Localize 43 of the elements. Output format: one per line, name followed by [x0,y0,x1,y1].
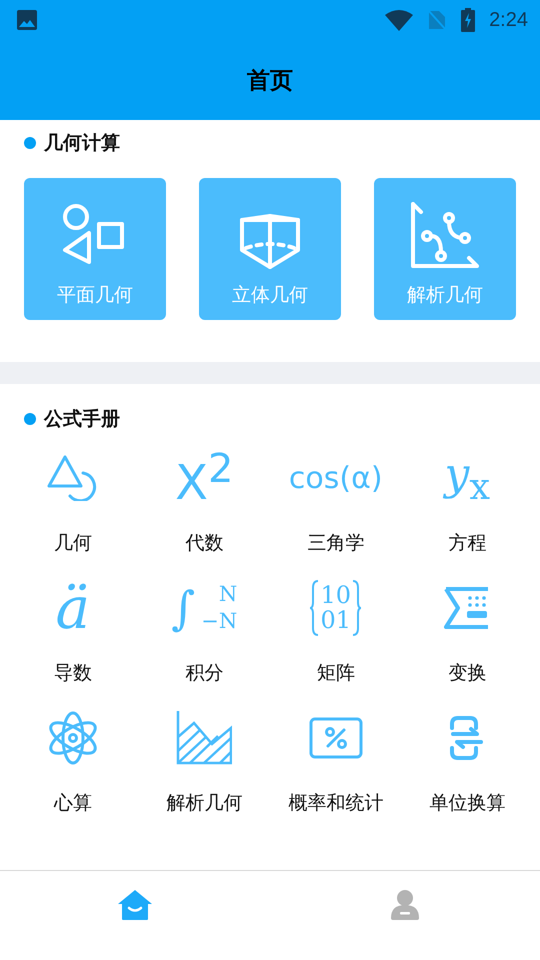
card-label: 立体几何 [232,283,308,308]
formula-label[interactable]: 矩阵 [316,660,355,686]
profile-icon [389,889,421,921]
area-chart-icon [176,711,232,765]
formula-glyph: y$_{x}$ [444,448,490,508]
formula-glyph: ä [55,574,90,642]
image-icon [16,9,38,31]
sigma-icon [444,587,490,629]
section-title: 几何计算 [44,131,120,156]
status-time: 2:24 [489,8,528,32]
formula-label[interactable]: 心算 [54,790,92,816]
swap-icon [449,716,486,760]
section-title: 公式手册 [44,407,120,432]
card-label: 平面几何 [57,283,133,308]
formula-label[interactable]: 导数 [54,660,92,686]
formula-glyph: X$^{2}$ [175,446,234,510]
left-brace-icon [309,580,320,636]
formula-label[interactable]: 概率和统计 [288,790,384,816]
graph-icon [411,202,479,270]
right-brace-icon [352,580,362,636]
formula-label[interactable]: 几何 [54,530,92,556]
battery-icon [461,8,476,32]
section-dot [24,413,36,425]
formula-label[interactable]: 解析几何 [166,790,242,816]
wifi-icon [385,9,414,31]
atom-icon [46,710,99,766]
page-title: 首页 [247,66,293,96]
formula-label[interactable]: 积分 [185,660,224,686]
card-label: 解析几何 [407,283,483,308]
section-dot [24,137,36,149]
formula-label[interactable]: 单位换算 [429,790,506,816]
formula-glyph: cos(α) [288,460,383,496]
matrix-row: 01 [320,608,352,634]
triangle-circle-icon [46,455,99,501]
formula-label[interactable]: 方程 [448,530,486,556]
formula-label[interactable]: 三角学 [307,530,364,556]
no-sim-icon [427,9,448,31]
cube-icon [240,214,300,270]
formula-label[interactable]: 变换 [448,660,486,686]
formula-label[interactable]: 代数 [185,530,224,556]
matrix-row: 10 [320,582,352,608]
home-icon [117,889,153,921]
percent-icon [308,717,363,759]
